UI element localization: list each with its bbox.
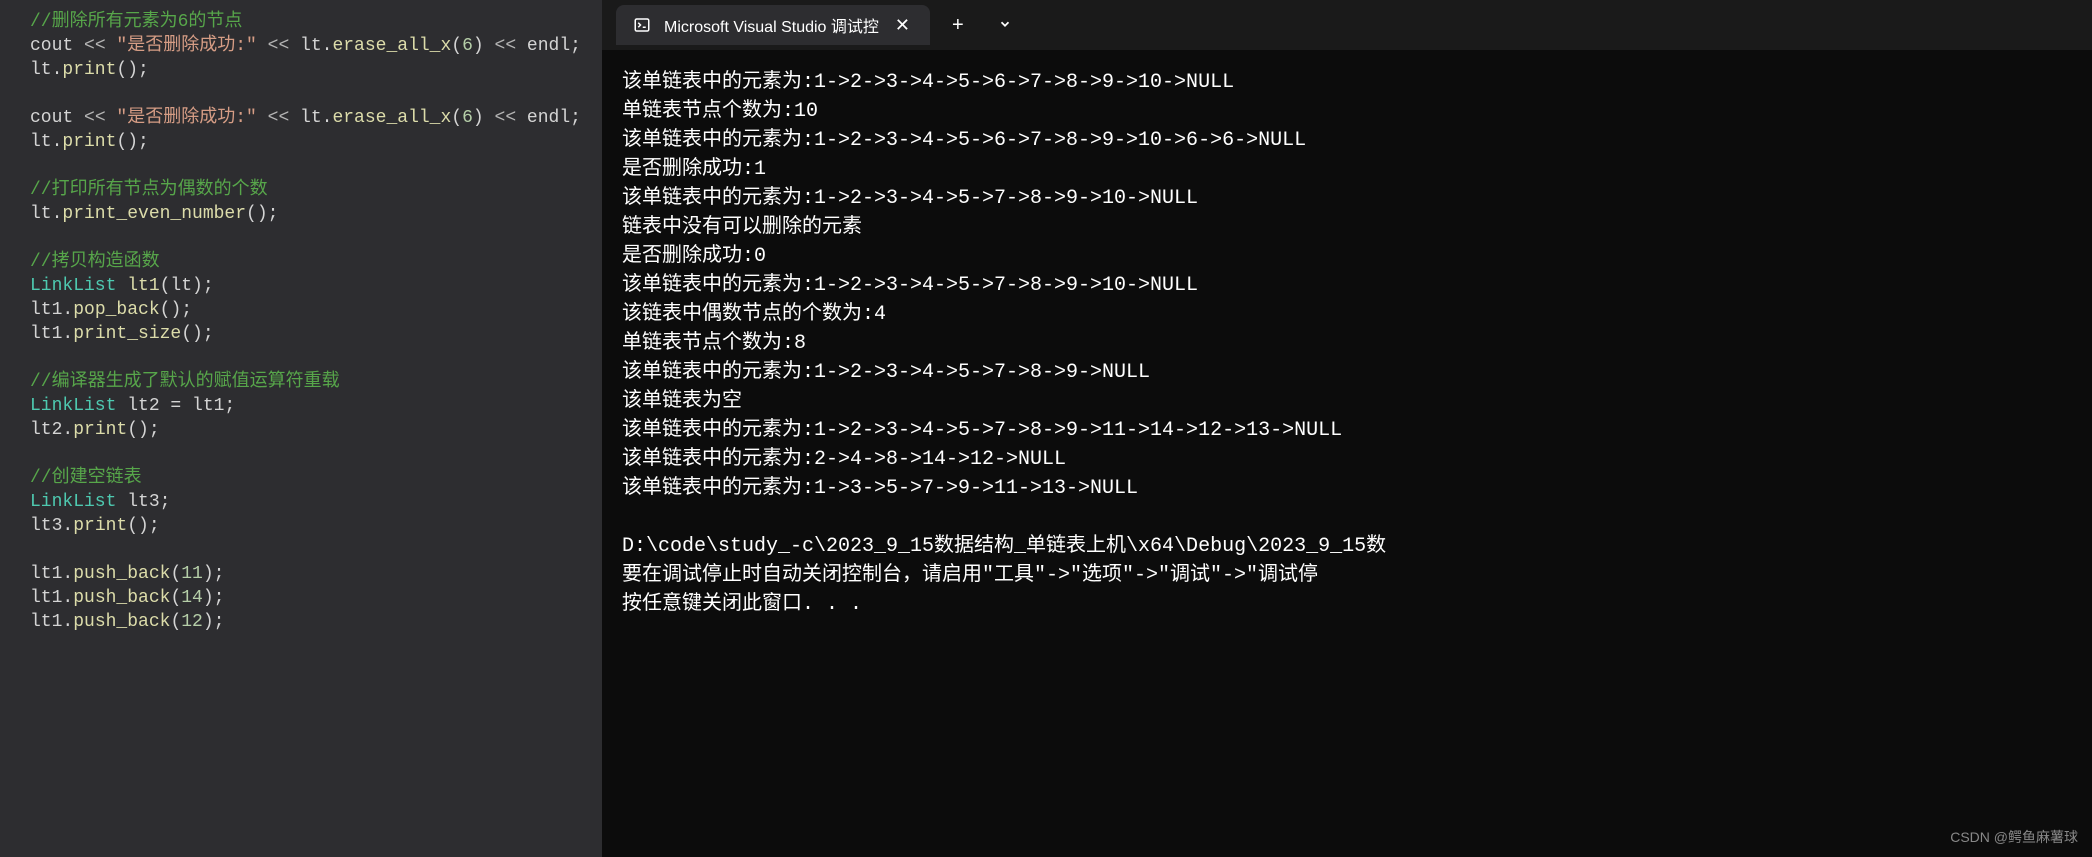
code-line: //拷贝构造函数 xyxy=(30,250,572,274)
code-line: lt1.print_size(); xyxy=(30,322,572,346)
code-line: LinkList lt3; xyxy=(30,490,572,514)
watermark: CSDN @鳄鱼麻薯球 xyxy=(1950,827,2078,847)
code-line xyxy=(30,154,572,178)
code-line: lt.print_even_number(); xyxy=(30,202,572,226)
code-line xyxy=(30,442,572,466)
code-line: //创建空链表 xyxy=(30,466,572,490)
code-line: lt.print(); xyxy=(30,58,572,82)
code-line: lt1.push_back(14); xyxy=(30,586,572,610)
terminal-tab-bar: Microsoft Visual Studio 调试控 ✕ + xyxy=(602,0,2092,50)
code-line: lt.print(); xyxy=(30,130,572,154)
code-line: LinkList lt2 = lt1; xyxy=(30,394,572,418)
code-editor[interactable]: //删除所有元素为6的节点cout << "是否删除成功:" << lt.era… xyxy=(0,0,602,857)
terminal-tab[interactable]: Microsoft Visual Studio 调试控 ✕ xyxy=(616,5,930,45)
code-line: lt2.print(); xyxy=(30,418,572,442)
code-line: cout << "是否删除成功:" << lt.erase_all_x(6) <… xyxy=(30,34,572,58)
tab-dropdown-button[interactable] xyxy=(986,8,1024,43)
code-line xyxy=(30,346,572,370)
code-line: LinkList lt1(lt); xyxy=(30,274,572,298)
code-line: lt1.push_back(11); xyxy=(30,562,572,586)
code-line: cout << "是否删除成功:" << lt.erase_all_x(6) <… xyxy=(30,106,572,130)
code-line xyxy=(30,226,572,250)
code-line: //删除所有元素为6的节点 xyxy=(30,10,572,34)
code-line: //打印所有节点为偶数的个数 xyxy=(30,178,572,202)
code-line: lt1.pop_back(); xyxy=(30,298,572,322)
close-icon[interactable]: ✕ xyxy=(891,15,914,36)
terminal-pane: Microsoft Visual Studio 调试控 ✕ + 该单链表中的元素… xyxy=(602,0,2092,857)
tab-title: Microsoft Visual Studio 调试控 xyxy=(664,13,879,37)
terminal-output[interactable]: 该单链表中的元素为:1->2->3->4->5->6->7->8->9->10-… xyxy=(602,50,2092,857)
code-line: //编译器生成了默认的赋值运算符重载 xyxy=(30,370,572,394)
code-line: lt1.push_back(12); xyxy=(30,610,572,634)
code-line xyxy=(30,82,572,106)
code-line xyxy=(30,538,572,562)
new-tab-button[interactable]: + xyxy=(940,8,976,43)
terminal-icon xyxy=(632,15,652,35)
code-line: lt3.print(); xyxy=(30,514,572,538)
